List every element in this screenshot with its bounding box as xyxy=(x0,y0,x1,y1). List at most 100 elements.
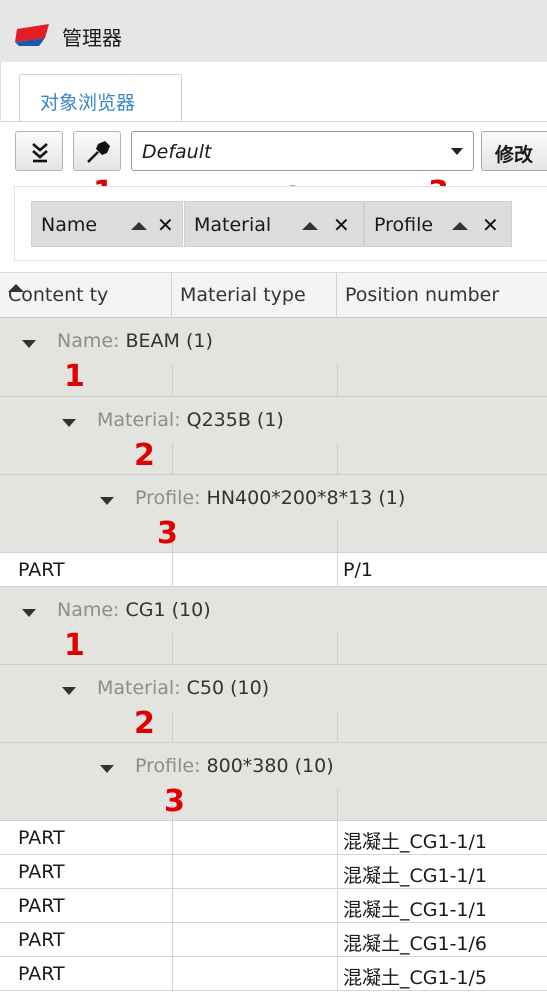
close-icon[interactable]: ✕ xyxy=(333,213,350,237)
pin-button[interactable] xyxy=(73,131,121,171)
cell-position-number: 混凝土_CG1-1/1 xyxy=(343,865,488,887)
collapse-all-icon xyxy=(32,143,48,163)
group-row-material[interactable]: Material: Q235B (1) 2 xyxy=(0,397,547,475)
group-chip-name[interactable]: Name ✕ xyxy=(31,201,183,247)
cell-content-type: PART xyxy=(18,861,65,883)
column-divider xyxy=(172,553,173,587)
group-chip-label: Name xyxy=(41,214,98,236)
tab-object-browser[interactable]: 对象浏览器 xyxy=(19,74,182,122)
column-label: Material type xyxy=(180,284,306,306)
cell-position-number: 混凝土_CG1-1/6 xyxy=(343,933,488,955)
close-icon[interactable]: ✕ xyxy=(482,213,499,237)
column-divider xyxy=(337,923,338,957)
title-bar: 管理器 xyxy=(0,0,547,62)
annotation-marker: 3 xyxy=(157,516,178,551)
data-grid: Name: BEAM (1) 1 Material: Q235B (1) 2 P… xyxy=(0,318,547,1003)
close-icon[interactable]: ✕ xyxy=(157,213,174,237)
column-divider xyxy=(337,633,338,665)
tab-label: 对象浏览器 xyxy=(40,92,136,114)
group-row-profile[interactable]: Profile: 800*380 (10) 3 xyxy=(0,743,547,821)
table-row[interactable]: PART 混凝土_CG1-1/6 xyxy=(0,923,547,957)
column-label: Position number xyxy=(345,284,500,306)
annotation-marker: 3 xyxy=(164,784,185,819)
column-divider xyxy=(172,364,173,397)
column-divider xyxy=(337,443,338,475)
view-select[interactable]: Default xyxy=(131,131,474,171)
table-row[interactable]: PART 混凝土_CG1-1/1 xyxy=(0,855,547,889)
group-chip-profile[interactable]: Profile ✕ xyxy=(364,201,512,247)
column-divider xyxy=(172,923,173,957)
group-row-profile[interactable]: Profile: HN400*200*8*13 (1) 3 xyxy=(0,475,547,553)
sort-ascending-icon[interactable] xyxy=(452,222,468,230)
annotation-marker: 2 xyxy=(134,706,155,741)
column-divider xyxy=(337,553,338,587)
cell-content-type: PART xyxy=(18,827,65,849)
window-title: 管理器 xyxy=(62,26,122,50)
cell-position-number: 混凝土_CG1-1/5 xyxy=(343,967,488,989)
annotation-marker: 1 xyxy=(64,628,85,663)
group-row-text: Profile: HN400*200*8*13 (1) xyxy=(135,487,405,509)
group-value: C50 (10) xyxy=(186,677,270,699)
group-row-text: Material: Q235B (1) xyxy=(97,409,284,431)
chevron-down-icon[interactable] xyxy=(62,687,76,695)
column-content-type[interactable]: Content ty xyxy=(0,273,172,318)
sort-ascending-icon[interactable] xyxy=(131,222,147,230)
group-key: Material: xyxy=(97,677,181,699)
column-divider xyxy=(337,957,338,991)
column-divider xyxy=(337,521,338,553)
annotation-marker: 2 xyxy=(134,438,155,473)
group-row-text: Material: C50 (10) xyxy=(97,677,269,699)
chevron-down-icon[interactable] xyxy=(62,419,76,427)
cell-content-type: PART xyxy=(18,559,65,581)
cell-content-type: PART xyxy=(18,929,65,951)
group-value: CG1 (10) xyxy=(125,599,211,621)
annotation-marker: 1 xyxy=(64,359,85,394)
column-divider xyxy=(337,789,338,821)
column-divider xyxy=(172,821,173,855)
table-row[interactable]: PART 混凝土_CG1-1/1 xyxy=(0,821,547,855)
group-chip-label: Material xyxy=(194,214,272,236)
group-row-name[interactable]: Name: BEAM (1) 1 xyxy=(0,318,547,397)
group-chip-material[interactable]: Material ✕ xyxy=(184,201,364,247)
group-value: BEAM (1) xyxy=(125,330,213,352)
group-key: Name: xyxy=(57,330,120,352)
group-key: Name: xyxy=(57,599,120,621)
group-key: Material: xyxy=(97,409,181,431)
cell-position-number: P/1 xyxy=(343,559,373,581)
group-row-material[interactable]: Material: C50 (10) 2 xyxy=(0,665,547,743)
column-header: Content ty Material type Position number xyxy=(0,272,547,318)
column-divider xyxy=(337,364,338,397)
column-divider xyxy=(337,821,338,855)
column-divider xyxy=(337,855,338,889)
group-value: Q235B (1) xyxy=(186,409,284,431)
column-divider xyxy=(172,633,173,665)
tab-strip: 对象浏览器 xyxy=(0,62,547,122)
group-row-text: Profile: 800*380 (10) xyxy=(135,755,334,777)
modify-button-label: 修改 xyxy=(495,144,534,166)
column-divider xyxy=(172,443,173,475)
chevron-down-icon[interactable] xyxy=(22,609,36,617)
group-by-panel: Name ✕ Material ✕ Profile ✕ xyxy=(14,186,547,261)
group-row-name[interactable]: Name: CG1 (10) 1 xyxy=(0,587,547,665)
column-material-type[interactable]: Material type xyxy=(172,273,337,318)
chevron-down-icon[interactable] xyxy=(100,765,114,773)
column-divider xyxy=(172,855,173,889)
view-select-value: Default xyxy=(142,141,212,163)
chevron-down-icon[interactable] xyxy=(451,148,463,155)
column-divider xyxy=(172,889,173,923)
modify-button[interactable]: 修改 xyxy=(481,131,547,171)
red-blue-app-logo-icon xyxy=(15,24,49,46)
chevron-down-icon[interactable] xyxy=(22,340,36,348)
table-row[interactable]: PART 混凝土_CG1-1/5 xyxy=(0,957,547,991)
collapse-all-button[interactable] xyxy=(15,131,63,171)
group-key: Profile: xyxy=(135,755,201,777)
table-row[interactable]: PART P/1 xyxy=(0,553,547,587)
column-position-number[interactable]: Position number xyxy=(337,273,547,318)
table-row[interactable]: PART 混凝土_CG1-1/1 xyxy=(0,889,547,923)
cell-content-type: PART xyxy=(18,963,65,985)
group-row-text: Name: CG1 (10) xyxy=(57,599,211,621)
pin-icon xyxy=(87,141,110,163)
column-divider xyxy=(337,889,338,923)
sort-ascending-icon[interactable] xyxy=(302,222,318,230)
chevron-down-icon[interactable] xyxy=(100,497,114,505)
